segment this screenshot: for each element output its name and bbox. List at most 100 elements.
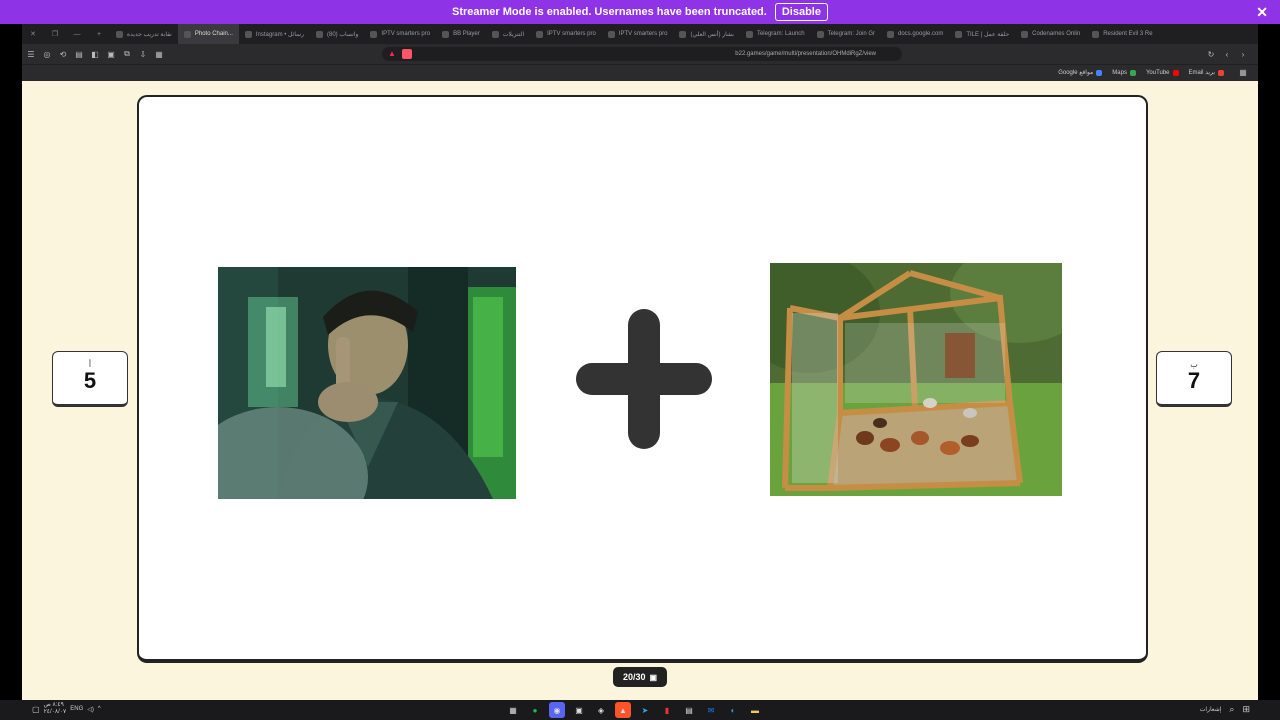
browser-tab[interactable]: (80) واتساب	[310, 24, 364, 44]
taskbar-apps: ▦ ● ◉ ▣ ◈ ▲ ➤ ▮ ▤ ✉ ◐ ▬	[502, 702, 766, 718]
bookmark-favicon-icon	[1096, 69, 1103, 76]
tab-groups-icon[interactable]: ▦	[152, 47, 166, 61]
bookmark-label: Email بريد	[1188, 70, 1215, 76]
bookmark-item[interactable]: YouTube	[1146, 69, 1179, 76]
bookmark-label: YouTube	[1145, 69, 1170, 76]
clock-time: ٨:٤٩ ص	[43, 702, 64, 708]
clock[interactable]: ٨:٤٩ ص ٢٤/٠٨/٠٧	[44, 702, 67, 716]
team-left-score-card: أ 5	[52, 351, 128, 407]
app-icon[interactable]: ▣	[571, 702, 587, 718]
notifications-icon[interactable]: ▢	[32, 705, 40, 714]
tab-label: TILE | حلقة عمل	[966, 31, 1010, 38]
spotify-icon[interactable]: ●	[527, 702, 543, 718]
tab-favicon-icon	[1092, 30, 1100, 38]
history-icon[interactable]: ⟲	[56, 47, 70, 61]
edge-icon[interactable]: ◐	[725, 702, 741, 718]
tab-label: IPTV smarters pro	[618, 31, 668, 37]
bookmark-label: Maps	[1112, 69, 1127, 76]
telegram-icon[interactable]: ➤	[637, 702, 653, 718]
brave-shields-icon[interactable]	[402, 49, 412, 59]
url-text[interactable]: b22.games/game/multi/presentation/OHMdiR…	[735, 51, 876, 57]
bookmarks-panel-icon[interactable]: ▤	[72, 47, 86, 61]
volume-icon[interactable]: ◁)	[87, 706, 94, 713]
browser-tab[interactable]: Photo Chain...	[177, 24, 239, 44]
all-bookmarks-icon[interactable]: ▦	[1236, 66, 1250, 80]
reload-icon[interactable]: ↻	[1204, 47, 1218, 61]
presentation-slide	[137, 95, 1148, 663]
tab-label: Telegram: Join Gr	[827, 31, 875, 37]
banner-message: Streamer Mode is enabled. Usernames have…	[452, 6, 767, 18]
browser-tab[interactable]: Telegram: Join Gr	[811, 24, 881, 44]
mail-icon[interactable]: ✉	[703, 702, 719, 718]
tab-favicon-icon	[679, 30, 687, 38]
game-page: أ 5 ب 7 20/30 ▣	[22, 81, 1258, 700]
chicken-coop-image	[770, 263, 1062, 496]
new-tab-icon[interactable]: +	[88, 24, 110, 44]
wallet-icon[interactable]: ◎	[40, 47, 54, 61]
streamer-mode-banner: Streamer Mode is enabled. Usernames have…	[0, 0, 1280, 24]
steam-icon[interactable]: ◈	[593, 702, 609, 718]
browser-tab[interactable]: IPTV smarters pro	[602, 24, 674, 44]
menu-icon[interactable]: ☰	[24, 47, 38, 61]
tab-favicon-icon	[183, 30, 191, 38]
bookmark-item[interactable]: Google مواقع	[1058, 69, 1103, 76]
extensions-icon[interactable]: ⧉	[120, 47, 134, 61]
tab-favicon-icon	[315, 30, 323, 38]
restore-window-icon[interactable]: ❐	[44, 24, 66, 44]
tab-label: Resident Evil 3 Re	[1103, 31, 1153, 37]
language-indicator[interactable]: ENG	[70, 706, 83, 712]
minimize-window-icon[interactable]: —	[66, 24, 88, 44]
bookmark-item[interactable]: Email بريد	[1189, 69, 1224, 76]
plus-icon	[576, 309, 712, 449]
close-icon[interactable]: ✕	[1256, 4, 1268, 21]
tab-label: IPTV smarters pro	[381, 31, 431, 37]
show-hidden-icons[interactable]: ^	[98, 706, 101, 712]
forward-icon[interactable]: ›	[1236, 47, 1250, 61]
puzzle-image-right	[770, 263, 1062, 496]
address-bar[interactable]: ▲ b22.games/game/multi/presentation/OHMd…	[382, 47, 902, 61]
slides-icon[interactable]: ▣	[649, 673, 657, 682]
tab-favicon-icon	[244, 30, 252, 38]
bookmarks-bar: Google مواقع Maps YouTube Email بريد ▦	[22, 64, 1258, 80]
tab-favicon-icon	[607, 30, 615, 38]
bookmark-favicon-icon	[1172, 69, 1179, 76]
discord-icon[interactable]: ◉	[549, 702, 565, 718]
puzzle-image-left	[218, 267, 516, 499]
tab-label: التنزيلات	[502, 31, 525, 38]
browser-tab[interactable]: docs.google.com	[881, 24, 949, 44]
bookmark-item[interactable]: Maps	[1112, 69, 1136, 76]
tab-label: Photo Chain...	[194, 31, 233, 37]
tab-favicon-icon	[887, 30, 894, 38]
tab-label: Codenames Onlin	[1032, 31, 1081, 37]
browser-tab[interactable]: TILE | حلقة عمل	[949, 24, 1015, 44]
team-right-score-card: ب 7	[1156, 351, 1232, 407]
browser-tab[interactable]: Instagram • رسائل	[239, 24, 310, 44]
browser-tab[interactable]: Telegram: Launch	[740, 24, 811, 44]
browser-tab[interactable]: IPTV smarters pro	[530, 24, 602, 44]
store-icon[interactable]: ▤	[681, 702, 697, 718]
browser-tab[interactable]: BB Player	[436, 24, 486, 44]
close-window-icon[interactable]: ✕	[22, 24, 44, 44]
disable-streamer-mode-button[interactable]: Disable	[774, 3, 828, 21]
search-icon[interactable]: ⌕	[1229, 704, 1234, 715]
browser-tab[interactable]: IPTV smarters pro	[364, 24, 436, 44]
brave-rewards-icon[interactable]: ▲	[388, 49, 398, 59]
back-icon[interactable]: ‹	[1220, 47, 1234, 61]
tab-favicon-icon	[442, 30, 450, 38]
brave-icon[interactable]: ▲	[615, 702, 631, 718]
sidebar-icon[interactable]: ◧	[88, 47, 102, 61]
downloads-icon[interactable]: ⇩	[136, 47, 150, 61]
tab-label: BB Player	[453, 31, 480, 37]
browser-tab[interactable]: (أنس العلي) بشار	[673, 24, 739, 44]
browser-tab[interactable]: Resident Evil 3 Re	[1086, 24, 1158, 44]
notifications-label[interactable]: إشعارات	[1200, 706, 1222, 713]
browser-tab[interactable]: التنزيلات	[486, 24, 530, 44]
pinned-app-icon[interactable]: ▦	[505, 702, 521, 718]
slide-counter: 20/30 ▣	[613, 667, 667, 687]
screenshot-icon[interactable]: ▣	[104, 47, 118, 61]
browser-tab[interactable]: نقابة تدريب جديدة	[110, 24, 178, 44]
app-red-icon[interactable]: ▮	[659, 702, 675, 718]
start-icon[interactable]: ⊞	[1242, 704, 1250, 715]
browser-tab[interactable]: Codenames Onlin	[1015, 24, 1086, 44]
file-explorer-icon[interactable]: ▬	[747, 702, 763, 718]
